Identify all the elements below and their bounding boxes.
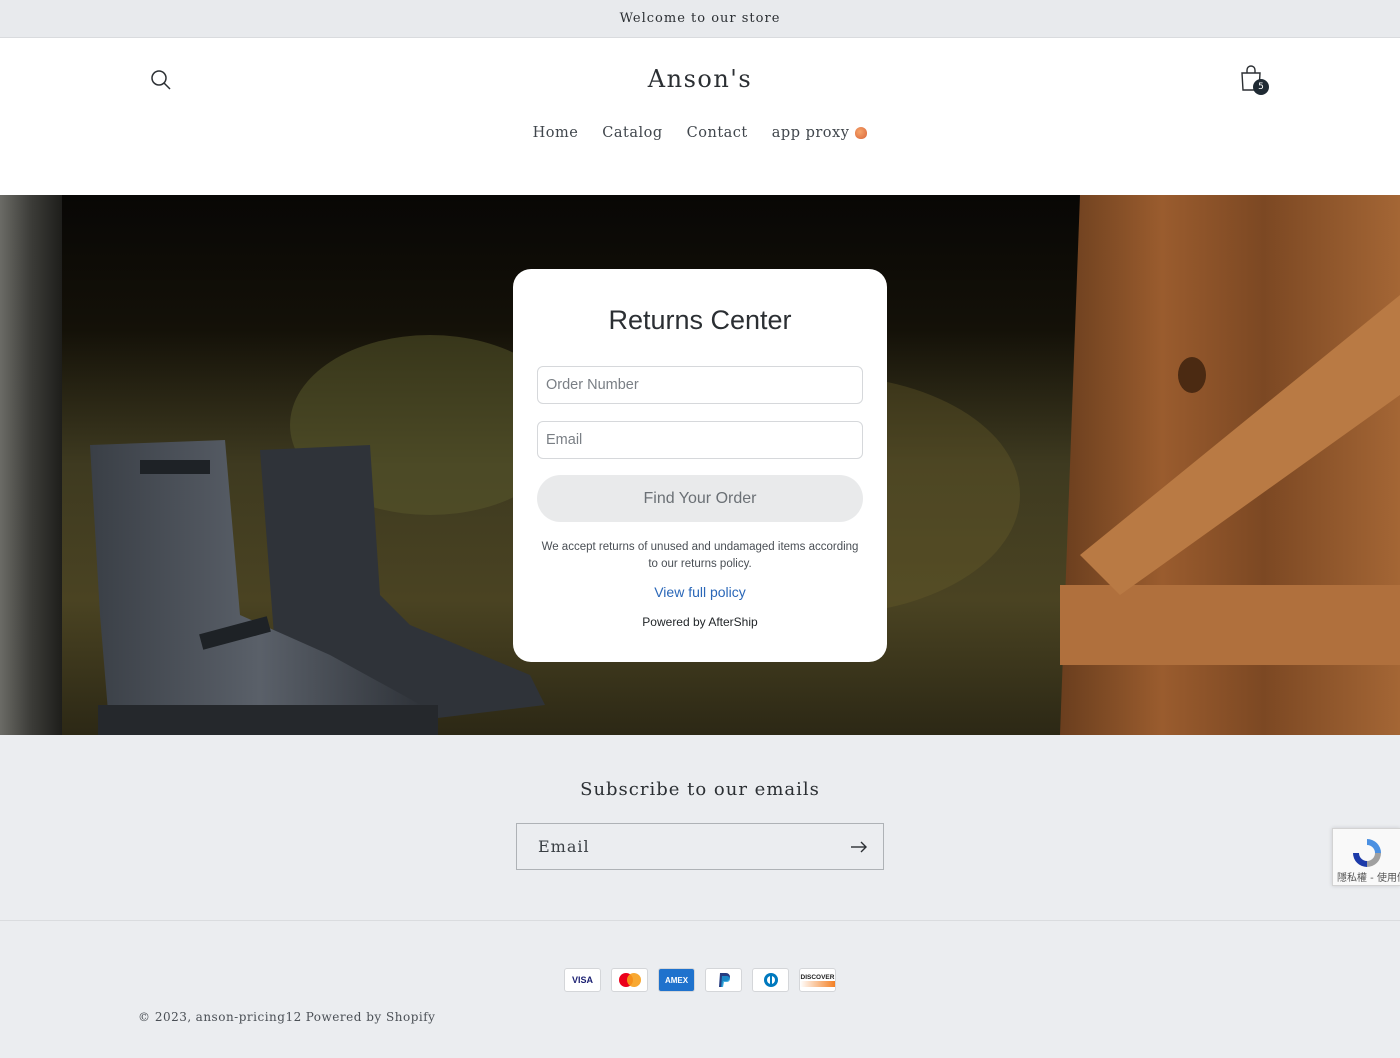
policy-text: We accept returns of unused and undamage… [541, 541, 859, 570]
recaptcha-terms[interactable]: 隱私權 - 使用條款 [1337, 869, 1400, 884]
announcement-bar: Welcome to our store [0, 0, 1400, 38]
order-number-input[interactable] [537, 366, 863, 404]
mastercard-icon [611, 968, 648, 992]
returns-title: Returns Center [608, 305, 792, 335]
arrow-right-icon[interactable] [847, 836, 871, 858]
paypal-icon [705, 968, 742, 992]
recaptcha-badge[interactable]: 隱私權 - 使用條款 [1332, 828, 1400, 886]
discover-icon: DISCOVER [799, 968, 836, 992]
store-logo[interactable]: Anson's [0, 65, 1400, 93]
nav-item-catalog[interactable]: Catalog [602, 125, 662, 141]
main-nav: Home Catalog Contact app proxy [0, 125, 1400, 141]
announcement-text: Welcome to our store [619, 11, 781, 26]
peach-icon [855, 127, 868, 139]
subscribe-title: Subscribe to our emails [580, 779, 820, 800]
subscribe-form [516, 823, 884, 870]
cart-icon[interactable]: 5 [1238, 64, 1272, 98]
store-name-link[interactable]: anson-pricing12 [196, 1010, 302, 1024]
newsletter-section: Subscribe to our emails [0, 735, 1400, 921]
site-header: Anson's 5 Home Catalog Contact app proxy [0, 38, 1400, 195]
powered-by-aftership: Powered by AfterShip [642, 615, 758, 629]
payment-icons: VISA AMEX DISCOVER [0, 968, 1400, 992]
footer-copyright: © 2023, anson-pricing12 Powered by Shopify [138, 1010, 439, 1024]
subscribe-email-input[interactable] [517, 824, 837, 869]
find-order-button[interactable]: Find Your Order [537, 475, 863, 522]
view-policy-link[interactable]: View full policy [513, 584, 887, 600]
nav-item-contact[interactable]: Contact [687, 125, 748, 141]
diners-icon [752, 968, 789, 992]
visa-icon: VISA [564, 968, 601, 992]
copyright-year: © 2023, [138, 1010, 192, 1024]
email-input[interactable] [537, 421, 863, 459]
powered-by-shopify-link[interactable]: Powered by Shopify [306, 1010, 436, 1024]
returns-center-card: Returns Center Find Your Order We accept… [513, 269, 887, 662]
cart-count-badge: 5 [1253, 79, 1269, 95]
nav-item-home[interactable]: Home [533, 125, 579, 141]
recaptcha-icon [1353, 839, 1381, 867]
nav-item-app-proxy[interactable]: app proxy [772, 125, 868, 141]
amex-icon: AMEX [658, 968, 695, 992]
